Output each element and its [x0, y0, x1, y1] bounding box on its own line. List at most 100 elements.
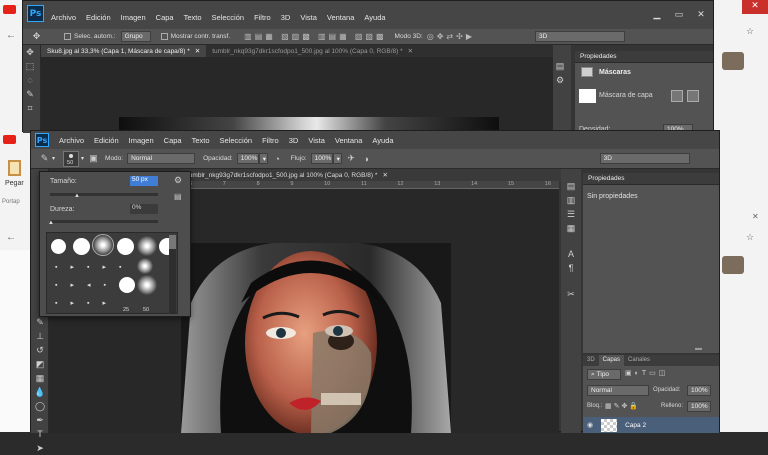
menu-view[interactable]: Vista: [308, 136, 325, 145]
panel-grip-icon[interactable]: ▬: [695, 345, 702, 352]
preset-scrollbar[interactable]: [169, 235, 176, 313]
profile-thumbnail[interactable]: [722, 256, 744, 274]
history-brush-icon[interactable]: ↺: [33, 343, 47, 357]
opacity-input[interactable]: 100%: [236, 153, 259, 164]
adjust-icon[interactable]: ⚙: [553, 73, 567, 87]
align-icons[interactable]: ▥▤▦ ▧▨▩ ▥▤▦ ▧▨▩: [244, 32, 386, 41]
close-icon[interactable]: ✕: [195, 47, 200, 55]
layer-opacity-input[interactable]: 100%: [687, 385, 711, 396]
fill-input[interactable]: 100%: [687, 401, 711, 412]
tab-3d[interactable]: 3D: [583, 355, 599, 366]
hardness-slider-thumb[interactable]: ▲: [48, 220, 54, 226]
marquee-icon[interactable]: ⬚: [23, 59, 37, 73]
autoselect-checkbox[interactable]: [64, 33, 71, 40]
eraser-icon[interactable]: ◩: [33, 357, 47, 371]
brush-panel-icon[interactable]: ▣: [88, 153, 99, 164]
close-icon[interactable]: ✕: [408, 47, 413, 55]
preset-hard-round[interactable]: [119, 277, 135, 293]
menu-help[interactable]: Ayuda: [364, 13, 385, 22]
lock-icons[interactable]: ▦✎✥🔒: [605, 402, 640, 410]
new-preset-icon[interactable]: ▤: [174, 192, 182, 201]
menu-select[interactable]: Selección: [212, 13, 245, 22]
layer-comps-icon[interactable]: ▥: [564, 193, 578, 207]
back-arrow-icon[interactable]: ←: [6, 232, 16, 243]
menu-filter[interactable]: Filtro: [262, 136, 279, 145]
pen-icon[interactable]: ✒: [33, 413, 47, 427]
menu-window[interactable]: Ventana: [335, 136, 363, 145]
pressure-size-icon[interactable]: ◑: [361, 153, 372, 164]
move-tool-icon[interactable]: ✥: [31, 31, 42, 42]
youtube-icon[interactable]: [3, 135, 16, 144]
pixel-mask-icon[interactable]: [671, 90, 683, 102]
stamp-icon[interactable]: ⊥: [33, 329, 47, 343]
brush-tool-icon[interactable]: ✎: [39, 153, 50, 164]
preset-hard-round[interactable]: [73, 238, 90, 255]
menu-file[interactable]: Archivo: [59, 136, 84, 145]
paste-icon[interactable]: [8, 160, 21, 176]
menu-help[interactable]: Ayuda: [372, 136, 393, 145]
airbrush-icon[interactable]: ✈: [346, 153, 357, 164]
layer-filter-dropdown[interactable]: ⌕ Tipo: [587, 369, 621, 380]
preset-soft-round[interactable]: [137, 236, 157, 256]
layer-blend-dropdown[interactable]: Normal: [587, 385, 649, 396]
close-icon[interactable]: ✕: [382, 171, 387, 179]
star-icon[interactable]: ☆: [746, 26, 754, 37]
menu-3d[interactable]: 3D: [289, 136, 299, 145]
menu-3d[interactable]: 3D: [281, 13, 291, 22]
youtube-icon[interactable]: [3, 5, 16, 14]
canvas-back[interactable]: [41, 57, 571, 133]
preset-hard-round[interactable]: [117, 238, 134, 255]
menu-edit[interactable]: Edición: [86, 13, 111, 22]
minimize-button[interactable]: ▁: [647, 7, 667, 21]
type-icon[interactable]: T: [33, 427, 47, 441]
autoselect-dropdown[interactable]: Grupo: [120, 31, 151, 42]
size-slider-track[interactable]: [50, 193, 158, 196]
transform-checkbox[interactable]: [160, 33, 168, 40]
lasso-icon[interactable]: ◌: [23, 73, 37, 87]
close-icon[interactable]: ✕: [742, 0, 768, 14]
close-button[interactable]: ✕: [691, 7, 711, 21]
tool-presets-icon[interactable]: ✂: [564, 287, 578, 301]
preset-hard-round[interactable]: [51, 239, 66, 254]
layer-mask-thumbnail[interactable]: [579, 89, 596, 103]
close-icon[interactable]: ✕: [752, 212, 759, 221]
tab-channels[interactable]: Canales: [624, 355, 654, 366]
brush-icon[interactable]: ✎: [33, 315, 47, 329]
history-icon[interactable]: ▤: [553, 59, 567, 73]
gradient-icon[interactable]: ▦: [33, 371, 47, 385]
menu-type[interactable]: Texto: [184, 13, 202, 22]
pressure-opacity-icon[interactable]: ◔: [272, 153, 283, 164]
scroll-thumb[interactable]: [169, 235, 176, 249]
document-tab[interactable]: tumblr_nkq93g7dkr1scfodpo1_500.jpg al 10…: [206, 45, 419, 57]
opacity-arrow[interactable]: ▾: [258, 153, 268, 164]
workspace-dropdown[interactable]: 3D: [534, 31, 625, 42]
workspace-dropdown[interactable]: 3D: [599, 153, 690, 164]
menu-layer[interactable]: Capa: [156, 13, 174, 22]
preset-row-texture[interactable]: ▪▸◂▪: [55, 281, 119, 289]
history-icon[interactable]: ▤: [564, 179, 578, 193]
menu-window[interactable]: Ventana: [327, 13, 355, 22]
mode3d-icons[interactable]: ◎✥⇄✣▶: [427, 32, 475, 41]
menu-image[interactable]: Imagen: [129, 136, 154, 145]
layer-row[interactable]: ◉ Capa 2: [583, 417, 719, 433]
menu-type[interactable]: Texto: [192, 136, 210, 145]
blend-mode-dropdown[interactable]: Normal: [127, 153, 196, 164]
paste-label[interactable]: Pegar: [5, 180, 24, 187]
size-input[interactable]: 50 px: [130, 176, 158, 186]
crop-icon[interactable]: ⌗: [23, 101, 37, 115]
preset-soft-round[interactable]: [137, 275, 157, 295]
style-icon[interactable]: ▦: [564, 221, 578, 235]
maximize-button[interactable]: ▭: [669, 7, 689, 21]
picker-arrow-icon[interactable]: ▾: [81, 155, 84, 162]
document-tab[interactable]: tumblr_nkg93g7dkr1scfodpo1_500.jpg al 10…: [181, 169, 561, 181]
preset-row-chalk[interactable]: ▪▸▪▸: [55, 299, 119, 307]
menu-select[interactable]: Selección: [220, 136, 253, 145]
back-arrow-icon[interactable]: ←: [6, 30, 16, 41]
dodge-icon[interactable]: ◯: [33, 399, 47, 413]
flow-arrow[interactable]: ▾: [332, 153, 342, 164]
hardness-slider-track[interactable]: [50, 220, 158, 223]
mask-type-icon[interactable]: [581, 67, 593, 77]
flow-input[interactable]: 100%: [310, 153, 333, 164]
settings-gear-icon[interactable]: ⚙: [174, 175, 182, 186]
preset-soft-round[interactable]: [137, 258, 153, 274]
